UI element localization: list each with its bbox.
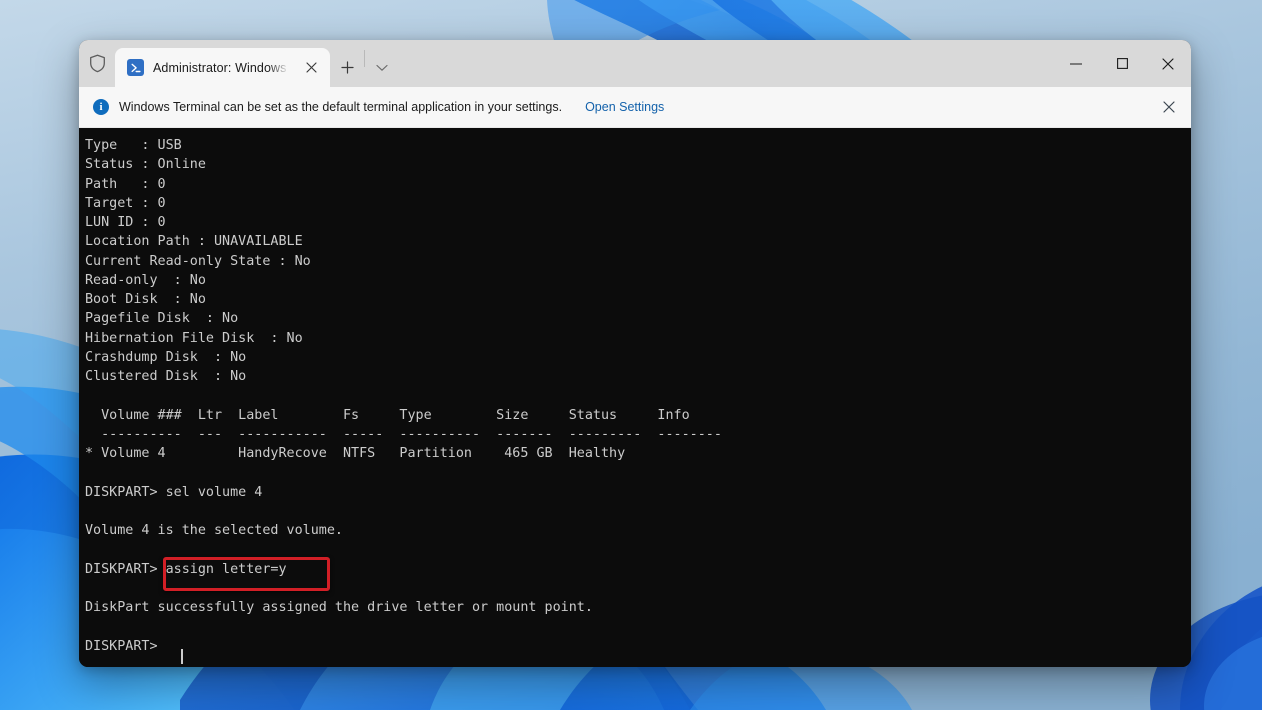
- default-terminal-notification: i Windows Terminal can be set as the def…: [79, 87, 1191, 128]
- terminal-output-pane[interactable]: Type : USB Status : Online Path : 0 Targ…: [79, 128, 1191, 667]
- console-text: Type : USB Status : Online Path : 0 Targ…: [85, 136, 1191, 656]
- open-settings-link[interactable]: Open Settings: [585, 100, 664, 114]
- shield-icon: [79, 40, 115, 87]
- powershell-glyph: [130, 62, 142, 74]
- maximize-button[interactable]: [1099, 40, 1145, 87]
- close-icon: [1162, 58, 1174, 70]
- tab-close-icon[interactable]: [298, 55, 324, 81]
- close-glyph: [306, 62, 317, 73]
- info-icon: i: [93, 99, 109, 115]
- close-icon: [1163, 101, 1175, 113]
- shield-glyph: [89, 54, 106, 73]
- close-button[interactable]: [1145, 40, 1191, 87]
- notification-message: Windows Terminal can be set as the defau…: [119, 100, 562, 114]
- terminal-text-container: Type : USB Status : Online Path : 0 Targ…: [85, 136, 1191, 656]
- window-controls: [1053, 40, 1191, 87]
- window-titlebar[interactable]: Administrator: Windows Powe: [79, 40, 1191, 87]
- notification-close-button[interactable]: [1146, 87, 1191, 128]
- chevron-down-icon: [376, 64, 388, 72]
- minimize-icon: [1070, 63, 1082, 65]
- tab-administrator-windows-powershell[interactable]: Administrator: Windows Powe: [115, 48, 330, 87]
- terminal-cursor: [181, 649, 183, 664]
- maximize-icon: [1117, 58, 1128, 69]
- tab-dropdown-button[interactable]: [365, 48, 399, 87]
- terminal-window: Administrator: Windows Powe: [79, 40, 1191, 667]
- plus-icon: [341, 61, 354, 74]
- powershell-icon: [127, 59, 144, 76]
- minimize-button[interactable]: [1053, 40, 1099, 87]
- new-tab-button[interactable]: [330, 48, 364, 87]
- tab-title: Administrator: Windows Powe: [153, 61, 289, 75]
